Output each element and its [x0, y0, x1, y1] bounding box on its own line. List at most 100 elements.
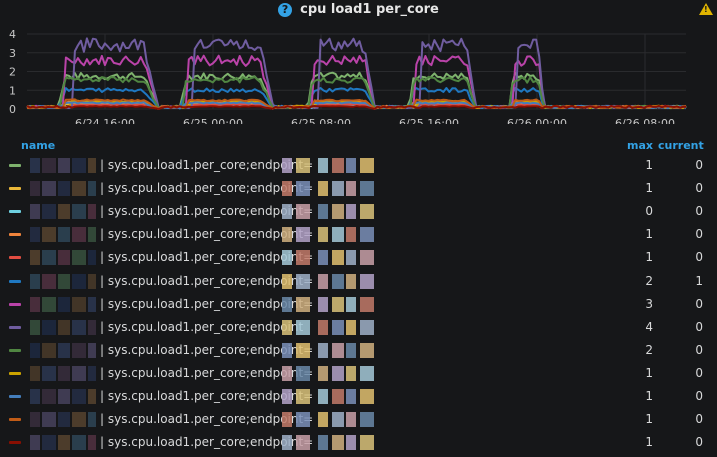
series-current-value: 0: [695, 158, 703, 172]
redacted-endpoint-block: [332, 250, 344, 266]
redacted-endpoint-block: [296, 365, 310, 381]
series-color-swatch[interactable]: [9, 348, 21, 352]
redacted-endpoint-block: [282, 296, 292, 312]
redacted-endpoint-block: [332, 158, 344, 173]
redacted-endpoint-block: [282, 227, 292, 243]
redacted-name-block: [42, 227, 56, 243]
series-color-swatch[interactable]: [9, 441, 21, 445]
series-color-swatch[interactable]: [9, 164, 21, 167]
redacted-name-block: [72, 365, 86, 381]
series-color-swatch[interactable]: [9, 302, 21, 306]
series-color-swatch[interactable]: [9, 279, 21, 283]
series-color-swatch[interactable]: [9, 256, 21, 260]
redacted-name-block: [42, 412, 56, 428]
redacted-name-block: [30, 158, 40, 173]
legend-header-max[interactable]: max: [617, 139, 653, 152]
redacted-name-block: [72, 227, 86, 243]
redacted-endpoint-block: [282, 158, 292, 173]
series-current-value: 0: [695, 342, 703, 357]
redacted-name-block: [72, 342, 86, 358]
series-max-value: 1: [645, 389, 653, 403]
redacted-name-block: [58, 204, 70, 220]
x-tick-label: 6/26 00:00: [507, 117, 567, 124]
redacted-endpoint-block: [346, 181, 356, 197]
redacted-endpoint-block: [282, 412, 292, 428]
redacted-name-block: [42, 250, 56, 266]
redacted-name-block: [42, 158, 56, 173]
series-current-value: 0: [695, 319, 703, 334]
redacted-endpoint-block: [346, 273, 356, 289]
redacted-endpoint-block: [360, 273, 374, 289]
legend-row[interactable]: | sys.cpu.load1.per_core;endpoint 4 0: [0, 317, 717, 339]
redacted-name-block: [72, 273, 86, 289]
question-circle-icon[interactable]: ?: [278, 2, 293, 17]
redacted-endpoint-block: [346, 158, 356, 173]
legend-row[interactable]: | sys.cpu.load1.per_core;endpoint= 3 0: [0, 294, 717, 316]
series-current-value: 0: [695, 250, 703, 265]
y-tick-label: 2: [9, 66, 16, 79]
warning-triangle-icon[interactable]: !: [699, 3, 713, 15]
series-max-value: 1: [645, 181, 653, 196]
redacted-endpoint-block: [318, 227, 328, 243]
redacted-name-block: [30, 296, 40, 312]
redacted-name-block: [30, 412, 40, 428]
redacted-endpoint-block: [318, 319, 328, 335]
redacted-name-block: [30, 181, 40, 197]
redacted-name-block: [42, 204, 56, 220]
legend-row[interactable]: | sys.cpu.load1.per_core;endpoint= 1 0: [0, 409, 717, 431]
redacted-endpoint-block: [282, 389, 292, 404]
redacted-name-block: [58, 227, 70, 243]
x-tick-label: 6/25 16:00: [399, 117, 459, 124]
redacted-endpoint-block: [282, 250, 292, 266]
series-max-value: 4: [645, 319, 653, 334]
series-color-swatch[interactable]: [9, 418, 21, 422]
chart-plot-area[interactable]: 0 1 2 3 4 6/24 16:00 6/25 00:00 6/25 08:00 6/25 …: [0, 24, 717, 124]
redacted-endpoint-block: [296, 204, 310, 220]
legend-row[interactable]: | sys.cpu.load1.per_core;endpoint= 1 0: [0, 247, 717, 269]
legend-row[interactable]: | sys.cpu.load1.per_core;endpoint= 1 0: [0, 155, 717, 177]
legend-row[interactable]: | sys.cpu.load1.per_core;endpoint= 1 0: [0, 178, 717, 200]
series-color-swatch[interactable]: [9, 395, 21, 398]
redacted-endpoint-block: [346, 435, 356, 451]
redacted-endpoint-block: [296, 250, 310, 266]
series-max-value: 1: [645, 365, 653, 380]
redacted-endpoint-block: [346, 250, 356, 266]
legend-row[interactable]: | sys.cpu.load1.per_core;endpoint= 0 0: [0, 201, 717, 223]
redacted-name-block: [30, 389, 40, 404]
legend-row[interactable]: | sys.cpu.load1.per_core;endpoint= 1 0: [0, 432, 717, 454]
redacted-endpoint-block: [318, 204, 328, 220]
redacted-endpoint-block: [360, 181, 374, 197]
redacted-endpoint-block: [318, 365, 328, 381]
redacted-endpoint-block: [332, 435, 344, 451]
series-color-swatch[interactable]: [9, 210, 21, 214]
legend-row[interactable]: | sys.cpu.load1.per_core;endpoint= 2 1: [0, 271, 717, 293]
y-tick-label: 4: [9, 28, 16, 41]
redacted-endpoint-block: [318, 389, 328, 404]
series-line[interactable]: [27, 37, 687, 110]
redacted-endpoint-block: [296, 296, 310, 312]
redacted-name-block: [30, 250, 40, 266]
series-color-swatch[interactable]: [9, 187, 21, 191]
redacted-name-block: [30, 342, 40, 358]
series-name[interactable]: | sys.cpu.load1.per_core;endpoint: [100, 320, 303, 334]
series-color-swatch[interactable]: [9, 233, 21, 237]
legend-row[interactable]: | sys.cpu.load1.per_core;endpoint= 1 0: [0, 363, 717, 385]
redacted-endpoint-block: [360, 296, 374, 312]
series-color-swatch[interactable]: [9, 371, 21, 375]
redacted-endpoint-block: [332, 181, 344, 197]
series-color-swatch[interactable]: [9, 325, 21, 329]
legend-row[interactable]: | sys.cpu.load1.per_core;endpoint= 1 0: [0, 224, 717, 246]
legend-header-current[interactable]: current: [658, 139, 704, 152]
panel-title-bar[interactable]: ? cpu load1 per_core: [0, 2, 717, 22]
redacted-endpoint-block: [318, 296, 328, 312]
legend-header-name[interactable]: name: [21, 139, 55, 152]
redacted-endpoint-block: [282, 342, 292, 358]
redacted-name-block: [88, 273, 96, 289]
redacted-name-block: [58, 412, 70, 428]
redacted-endpoint-block: [346, 319, 356, 335]
legend-row[interactable]: | sys.cpu.load1.per_core;endpoint= 1 0: [0, 386, 717, 408]
legend-row[interactable]: | sys.cpu.load1.per_core;endpoint= 2 0: [0, 340, 717, 362]
redacted-name-block: [30, 365, 40, 381]
panel-title[interactable]: cpu load1 per_core: [300, 2, 439, 17]
redacted-name-block: [88, 250, 96, 266]
